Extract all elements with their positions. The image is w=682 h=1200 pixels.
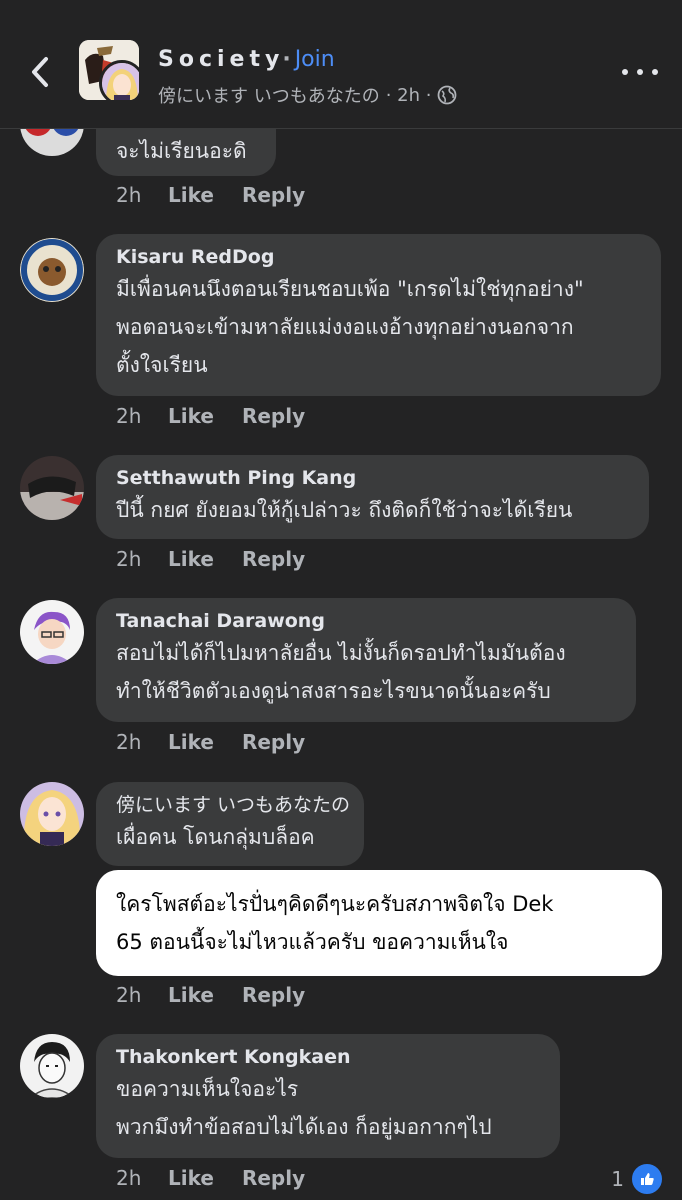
comment-bubble-highlighted[interactable]: ใครโพสต์อะไรปั่นๆคิดดีๆนะครับสภาพจิตใจ D… (96, 870, 662, 976)
comment-bubble[interactable]: Setthawuth Ping Kang ปีนี้ กยศ ยังยอมให้… (96, 455, 649, 539)
reaction-summary[interactable]: 1 (611, 1162, 664, 1196)
post-header: Society· Join 傍にいます いつもあなたの · 2h · (0, 0, 682, 129)
reply-button[interactable]: Reply (242, 983, 305, 1007)
comment-text: ขอความเห็นใจอะไร พวกมึงทำข้อสอบไม่ได้เอง… (116, 1077, 492, 1139)
comment-text: จะไม่เรียนอะดิ (116, 139, 247, 163)
post-meta: 傍にいます いつもあなたの · 2h · (158, 82, 457, 108)
join-link[interactable]: Join (295, 47, 335, 72)
author-mini-avatar (99, 60, 139, 100)
like-button[interactable]: Like (168, 1166, 214, 1190)
reaction-count: 1 (611, 1167, 624, 1191)
reply-button[interactable]: Reply (242, 547, 305, 571)
reply-button[interactable]: Reply (242, 183, 305, 207)
like-button[interactable]: Like (168, 183, 214, 207)
comment-text: สอบไม่ได้ก็ไปมหาลัยอื่น ไม่งั้นก็ดรอปทำไ… (116, 641, 566, 703)
back-button[interactable] (22, 52, 58, 92)
comment-actions: 2h Like Reply (116, 983, 333, 1007)
avatar[interactable] (20, 1034, 84, 1098)
chevron-left-icon (32, 57, 48, 87)
comment-text: ใครโพสต์อะไรปั่นๆคิดดีๆนะครับสภาพจิตใจ D… (116, 892, 554, 954)
post-author[interactable]: 傍にいます いつもあなたの (158, 82, 380, 108)
comment-bubble[interactable]: จะไม่เรียนอะดิ (96, 128, 276, 176)
comment-text: ปีนี้ กยศ ยังยอมให้กู้เปล่าวะ ถึงติดก็ใช… (116, 498, 573, 522)
comment-author[interactable]: Setthawuth Ping Kang (116, 465, 629, 491)
reply-button[interactable]: Reply (242, 1166, 305, 1190)
group-name[interactable]: Society (158, 47, 284, 72)
comment-author[interactable]: Thakonkert Kongkaen (116, 1044, 540, 1070)
comment-time: 2h (116, 983, 142, 1007)
thumbs-up-icon (630, 1162, 664, 1196)
avatar[interactable] (20, 456, 84, 520)
comment-bubble[interactable]: Kisaru RedDog มีเพื่อนคนนึงตอนเรียนชอบเพ… (96, 234, 661, 396)
comment-time: 2h (116, 547, 142, 571)
comment-time: 2h (116, 1166, 142, 1190)
like-button[interactable]: Like (168, 404, 214, 428)
comment-text: มีเพื่อนคนนึงตอนเรียนชอบเพ้อ "เกรดไม่ใช่… (116, 277, 584, 377)
comment-actions: 2h Like Reply (116, 1166, 333, 1190)
reply-button[interactable]: Reply (242, 730, 305, 754)
comment-bubble[interactable]: Thakonkert Kongkaen ขอความเห็นใจอะไร พวก… (96, 1034, 560, 1158)
more-options-button[interactable] (622, 60, 658, 84)
globe-icon (438, 85, 457, 105)
like-button[interactable]: Like (168, 730, 214, 754)
comment-bubble[interactable]: 傍にいます いつもあなたの เผื่อคน โดนกลุ่มบล็อค (96, 782, 364, 866)
comment-actions: 2h Like Reply (116, 730, 333, 754)
comment-author[interactable]: Kisaru RedDog (116, 244, 641, 270)
like-button[interactable]: Like (168, 547, 214, 571)
comment-author[interactable]: 傍にいます いつもあなたの (116, 792, 350, 818)
post-time: · 2h · (385, 84, 432, 106)
comment-time: 2h (116, 730, 142, 754)
like-button[interactable]: Like (168, 983, 214, 1007)
reply-button[interactable]: Reply (242, 404, 305, 428)
dot (622, 69, 628, 75)
comment-actions: 2h Like Reply (116, 547, 333, 571)
comment-time: 2h (116, 404, 142, 428)
dot (652, 69, 658, 75)
avatar[interactable] (20, 238, 84, 302)
comment-actions: 2h Like Reply (116, 404, 333, 428)
dot (637, 69, 643, 75)
avatar[interactable] (20, 600, 84, 664)
avatar[interactable] (20, 782, 84, 846)
comment-actions: 2h Like Reply (116, 183, 333, 207)
comment-time: 2h (116, 183, 142, 207)
group-title: Society· Join (158, 47, 335, 72)
comment-author[interactable]: Tanachai Darawong (116, 608, 616, 634)
comment-text: เผื่อคน โดนกลุ่มบล็อค (116, 825, 315, 849)
comment-bubble[interactable]: Tanachai Darawong สอบไม่ได้ก็ไปมหาลัยอื่… (96, 598, 636, 722)
group-avatar[interactable] (79, 40, 139, 100)
